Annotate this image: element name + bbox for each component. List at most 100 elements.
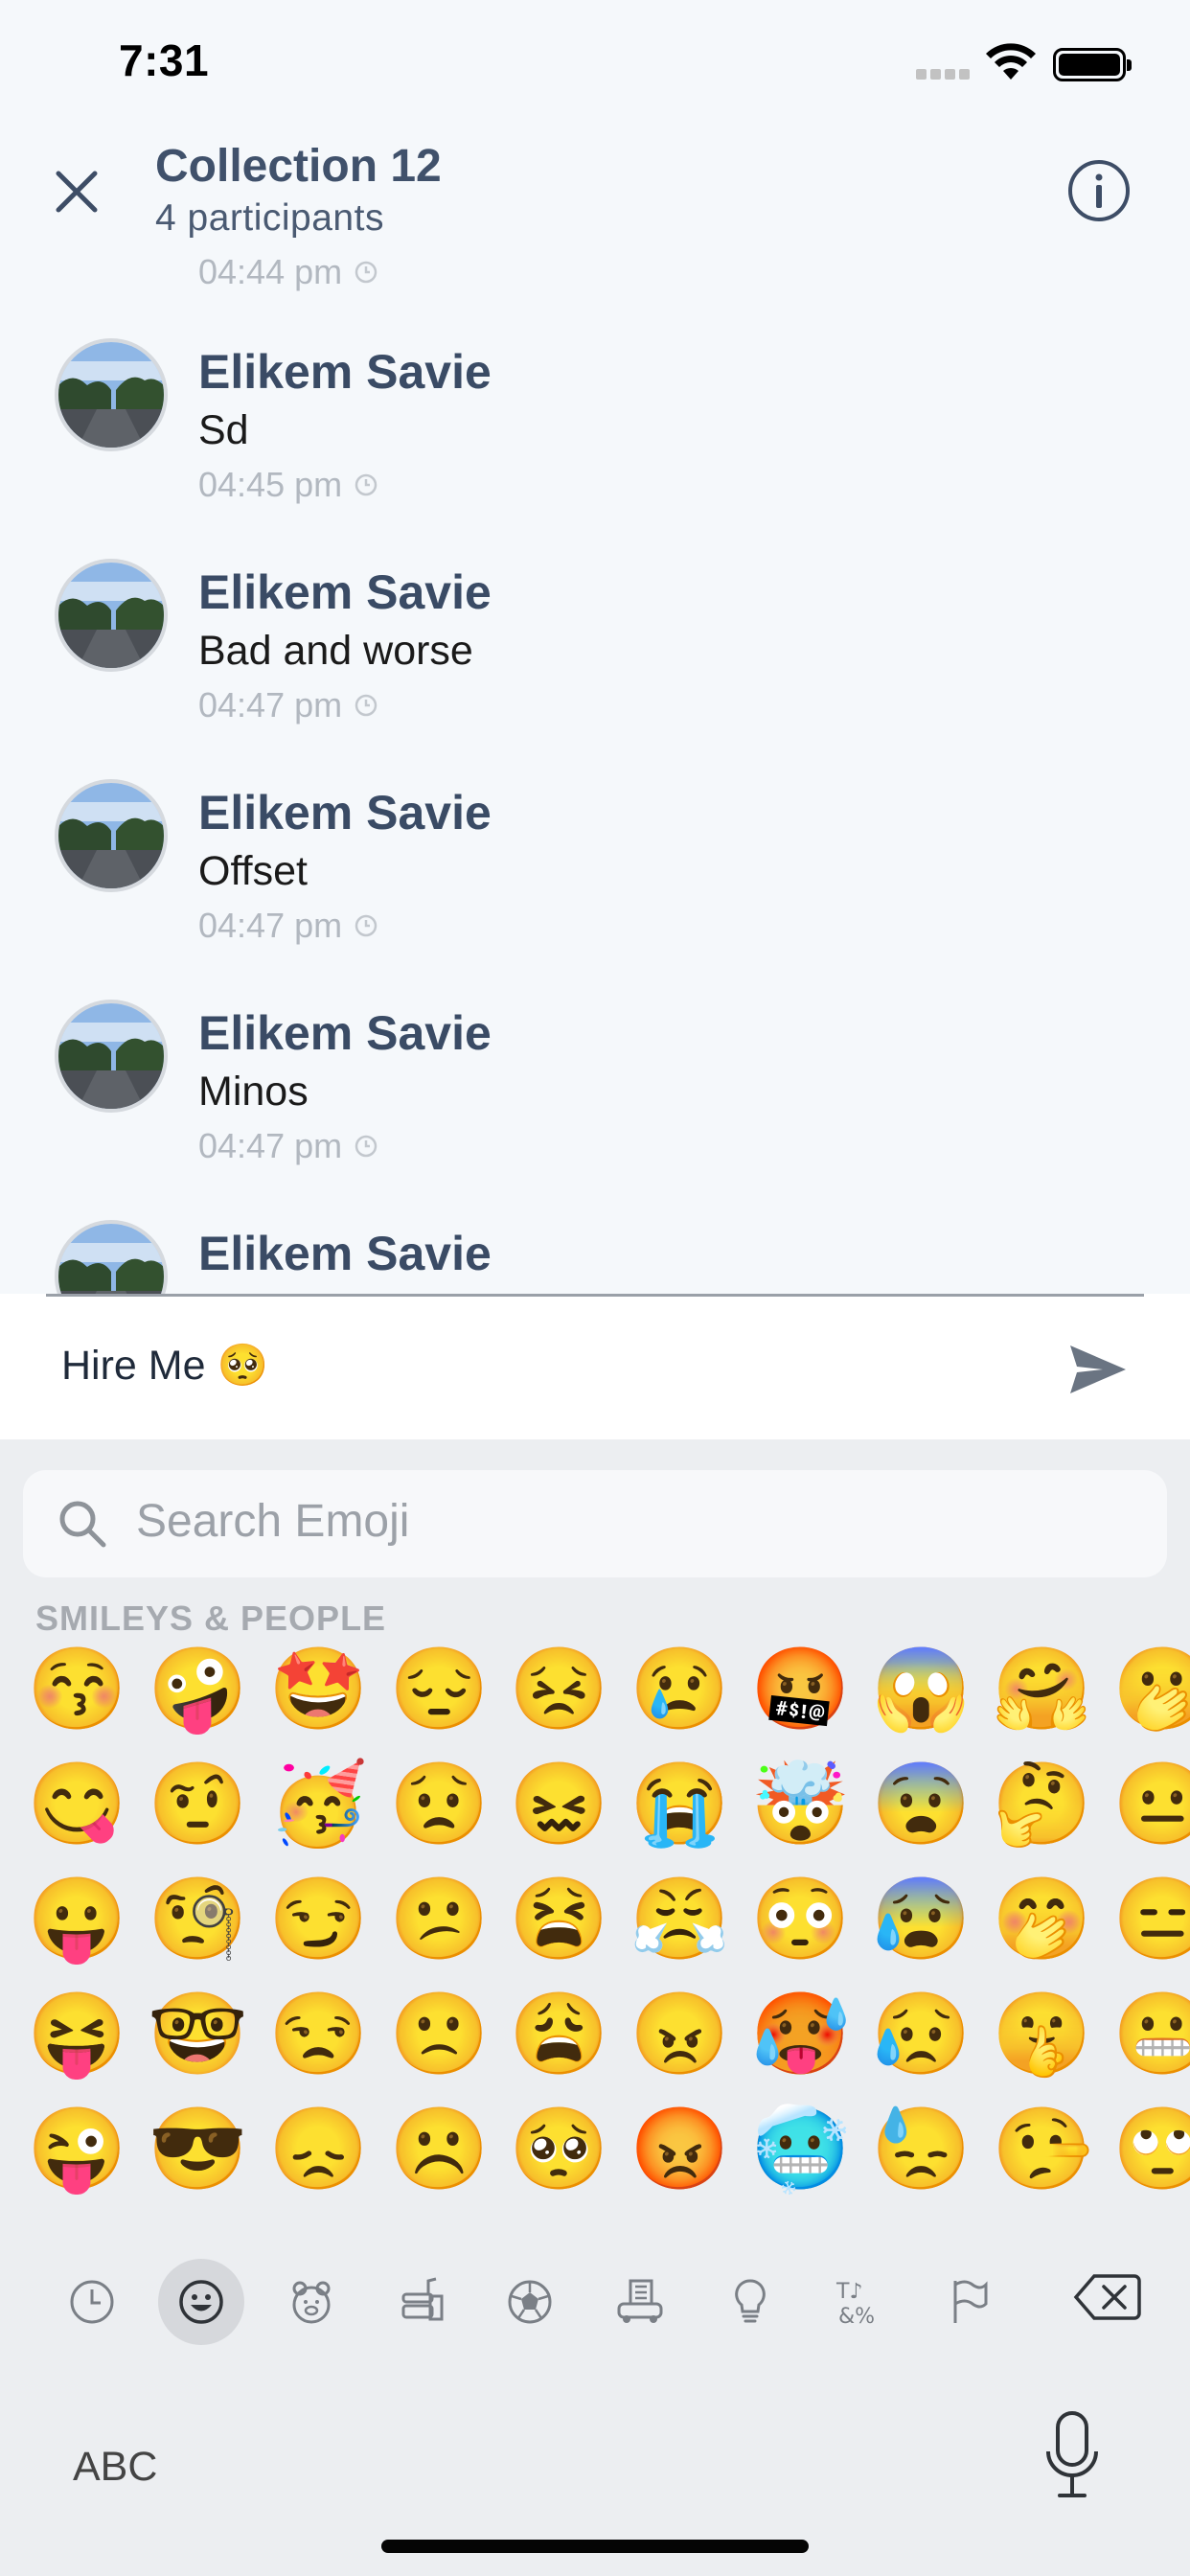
- participants-count: 4 participants: [155, 197, 384, 239]
- emoji-key[interactable]: 🥵: [750, 1986, 851, 2082]
- emoji-key[interactable]: 🤪: [148, 1641, 248, 1736]
- emoji-key[interactable]: 🥶: [750, 2101, 851, 2196]
- section-label: SMILEYS & PEOPLE: [35, 1598, 387, 1638]
- send-icon[interactable]: [1068, 1344, 1128, 1395]
- sender-name: Elikem Savie: [198, 1006, 492, 1060]
- emoji-key[interactable]: 🤥: [992, 2101, 1092, 2196]
- emoji-key[interactable]: 😔: [389, 1641, 490, 1736]
- emoji-key[interactable]: 😞: [268, 2101, 369, 2196]
- emoji-key[interactable]: 😝: [27, 1986, 127, 2082]
- divider: [46, 1294, 1144, 1297]
- sender-name: Elikem Savie: [198, 345, 492, 399]
- close-button[interactable]: [46, 161, 107, 222]
- emoji-key[interactable]: 😳: [750, 1871, 851, 1966]
- emoji-key[interactable]: 🤬: [750, 1641, 851, 1736]
- message-item[interactable]: Elikem Savie Offset 04:47 pm: [0, 779, 1190, 1000]
- emoji-key[interactable]: 😡: [629, 2101, 730, 2196]
- animal-icon[interactable]: [268, 2259, 355, 2345]
- emoji-key[interactable]: 🥺: [509, 2101, 609, 2196]
- avatar[interactable]: [55, 559, 168, 672]
- emoji-key[interactable]: 😢: [629, 1641, 730, 1736]
- message-input[interactable]: Hire Me 🥺: [61, 1342, 268, 1390]
- wifi-icon: [986, 43, 1036, 80]
- symbols-icon[interactable]: T♪ &%: [816, 2259, 903, 2345]
- abc-key[interactable]: ABC: [73, 2444, 157, 2491]
- emoji-key[interactable]: 😏: [268, 1871, 369, 1966]
- emoji-key[interactable]: 😎: [148, 2101, 248, 2196]
- emoji-search-input[interactable]: Search Emoji: [23, 1470, 1167, 1577]
- message-item[interactable]: Elikem Savie Sd 04:45 pm: [0, 338, 1190, 559]
- emoji-key[interactable]: 🤓: [148, 1986, 248, 2082]
- flags-icon[interactable]: [926, 2259, 1012, 2345]
- emoji-key[interactable]: 😩: [509, 1986, 609, 2082]
- emoji-key[interactable]: 🤗: [992, 1641, 1092, 1736]
- microphone-icon[interactable]: [1042, 2409, 1102, 2501]
- emoji-key[interactable]: 🧐: [148, 1871, 248, 1966]
- emoji-key[interactable]: 🤔: [992, 1756, 1092, 1852]
- clock-icon: [355, 914, 378, 937]
- message-text: Offset: [198, 848, 308, 894]
- close-icon: [56, 171, 98, 213]
- sender-name: Elikem Savie: [198, 1227, 492, 1280]
- avatar[interactable]: [55, 338, 168, 451]
- status-bar: 7:31: [0, 0, 1190, 125]
- emoji-key[interactable]: 😫: [509, 1871, 609, 1966]
- emoji-key[interactable]: 🤭: [992, 1871, 1092, 1966]
- emoji-key[interactable]: 😕: [389, 1871, 490, 1966]
- search-placeholder: Search Emoji: [136, 1496, 410, 1547]
- emoji-key[interactable]: 😐: [1112, 1756, 1190, 1852]
- message-item[interactable]: Elikem Savie: [0, 1220, 1190, 1294]
- svg-text:&%: &%: [838, 2305, 875, 2329]
- emoji-key[interactable]: 😓: [871, 2101, 972, 2196]
- emoji-category-bar: T♪ &%: [0, 2240, 1190, 2345]
- svg-text:T♪: T♪: [835, 2280, 862, 2304]
- avatar[interactable]: [55, 779, 168, 892]
- emoji-key[interactable]: 😥: [871, 1986, 972, 2082]
- delete-icon[interactable]: [1073, 2268, 1142, 2326]
- emoji-key[interactable]: 😱: [871, 1641, 972, 1736]
- chat-header: Collection 12 4 participants: [0, 125, 1190, 254]
- emoji-key[interactable]: 😨: [871, 1756, 972, 1852]
- emoji-key[interactable]: ☹️: [389, 2101, 490, 2196]
- sports-icon[interactable]: [487, 2259, 573, 2345]
- emoji-key[interactable]: 🙄: [1112, 2101, 1190, 2196]
- emoji-key[interactable]: 😑: [1112, 1871, 1190, 1966]
- emoji-key[interactable]: 😭: [629, 1756, 730, 1852]
- emoji-key[interactable]: 🙁: [389, 1986, 490, 2082]
- message-item[interactable]: Elikem Savie Minos 04:47 pm: [0, 1000, 1190, 1220]
- search-icon: [59, 1501, 106, 1548]
- emoji-key[interactable]: 😤: [629, 1871, 730, 1966]
- info-icon[interactable]: [1066, 158, 1132, 223]
- travel-icon[interactable]: [597, 2259, 683, 2345]
- emoji-key[interactable]: 😣: [509, 1641, 609, 1736]
- recent-icon[interactable]: [49, 2259, 135, 2345]
- clock-icon: [355, 694, 378, 717]
- emoji-key[interactable]: 😟: [389, 1756, 490, 1852]
- message-list[interactable]: 04:44 pm Elikem Savie Sd 04:45 pm Elikem…: [0, 254, 1190, 1294]
- food-icon[interactable]: [378, 2259, 464, 2345]
- message-item[interactable]: Elikem Savie Bad and worse 04:47 pm: [0, 559, 1190, 779]
- emoji-key[interactable]: 😠: [629, 1986, 730, 2082]
- emoji-key[interactable]: 😚: [27, 1641, 127, 1736]
- emoji-key[interactable]: 😛: [27, 1871, 127, 1966]
- message-time: 04:47 pm: [198, 906, 378, 946]
- objects-icon[interactable]: [707, 2259, 793, 2345]
- emoji-key[interactable]: 🤫: [992, 1986, 1092, 2082]
- emoji-key[interactable]: 🫢: [1112, 1641, 1190, 1736]
- emoji-key[interactable]: 🤯: [750, 1756, 851, 1852]
- avatar[interactable]: [55, 1220, 168, 1294]
- message-time: 04:44 pm: [198, 254, 378, 292]
- message-text: Minos: [198, 1069, 309, 1115]
- emoji-key[interactable]: 😋: [27, 1756, 127, 1852]
- emoji-key[interactable]: 🤩: [268, 1641, 369, 1736]
- avatar[interactable]: [55, 1000, 168, 1113]
- emoji-key[interactable]: 😒: [268, 1986, 369, 2082]
- emoji-key[interactable]: 😬: [1112, 1986, 1190, 2082]
- emoji-key[interactable]: 😖: [509, 1756, 609, 1852]
- emoji-key[interactable]: 🤨: [148, 1756, 248, 1852]
- emoji-key[interactable]: 😜: [27, 2101, 127, 2196]
- smiley-icon[interactable]: [158, 2259, 244, 2345]
- emoji-key[interactable]: 😰: [871, 1871, 972, 1966]
- status-time: 7:31: [119, 35, 210, 85]
- emoji-key[interactable]: 🥳: [268, 1756, 369, 1852]
